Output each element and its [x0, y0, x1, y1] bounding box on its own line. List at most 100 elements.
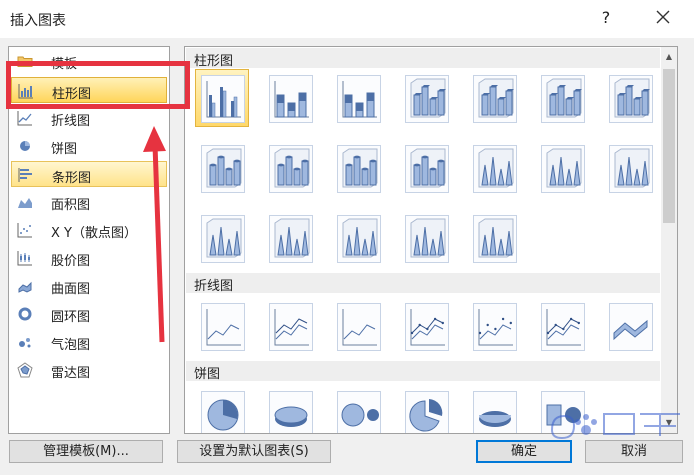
- title-bar: 插入图表 ?: [0, 0, 694, 38]
- column-chart-subtype-8[interactable]: [195, 139, 249, 197]
- gallery-scrollbar[interactable]: ▲ ▼: [661, 47, 677, 433]
- column-chart-subtype-6[interactable]: [535, 69, 589, 127]
- line-chart-icon: [17, 111, 32, 126]
- radar-chart-icon: [17, 362, 33, 378]
- category-label: 柱形图: [52, 87, 92, 102]
- category-pie[interactable]: 饼图: [11, 133, 167, 159]
- column-chart-subtype-icon: [405, 215, 449, 263]
- column-chart-subtype-12[interactable]: [467, 139, 521, 197]
- column-chart-subtype-icon: [269, 215, 313, 263]
- category-radar[interactable]: 雷达图: [11, 357, 167, 383]
- folder-icon: [17, 56, 33, 67]
- column-chart-subtype-3[interactable]: [331, 69, 385, 127]
- category-label: 模板: [51, 57, 78, 72]
- column-chart-subtype-icon: [337, 75, 381, 123]
- category-bubble[interactable]: 气泡图: [11, 329, 167, 355]
- pie-chart-subtype-6[interactable]: [535, 385, 589, 433]
- column-chart-subtype-10[interactable]: [331, 139, 385, 197]
- dialog-title: 插入图表: [10, 13, 66, 29]
- line-chart-subtype-5[interactable]: [467, 297, 521, 355]
- category-area[interactable]: 面积图: [11, 189, 167, 215]
- scroll-down-icon[interactable]: ▼: [661, 415, 677, 431]
- category-doughnut[interactable]: 圆环图: [11, 301, 167, 327]
- line-chart-subtype-7[interactable]: [603, 297, 657, 355]
- column-chart-subtype-1[interactable]: [195, 69, 249, 127]
- column-chart-subtype-icon: [405, 145, 449, 193]
- help-button[interactable]: ?: [596, 8, 616, 28]
- line-chart-subtype-icon: [609, 303, 653, 351]
- line-chart-subtype-icon: [541, 303, 585, 351]
- pie-chart-subtype-3[interactable]: [331, 385, 385, 433]
- column-chart-subtype-icon: [541, 145, 585, 193]
- line-chart-subtype-4[interactable]: [399, 297, 453, 355]
- scroll-thumb[interactable]: [663, 69, 675, 223]
- column-chart-subtype-18[interactable]: [399, 209, 453, 267]
- category-label: 雷达图: [51, 366, 91, 381]
- column-chart-subtype-15[interactable]: [195, 209, 249, 267]
- section-header-column: 柱形图: [186, 48, 660, 69]
- column-chart-subtype-icon: [337, 215, 381, 263]
- column-chart-subtype-13[interactable]: [535, 139, 589, 197]
- column-chart-subtype-icon: [609, 75, 653, 123]
- pie-chart-subtype-5[interactable]: [467, 385, 521, 433]
- category-label: 股价图: [51, 254, 91, 269]
- column-chart-subtype-2[interactable]: [263, 69, 317, 127]
- category-scatter[interactable]: X Y（散点图）: [11, 217, 167, 243]
- column-chart-subtype-7[interactable]: [603, 69, 657, 127]
- category-label: 气泡图: [51, 338, 91, 353]
- section-header-pie: 饼图: [186, 361, 660, 382]
- column-chart-subtype-9[interactable]: [263, 139, 317, 197]
- category-line[interactable]: 折线图: [11, 105, 167, 131]
- close-icon: [656, 10, 670, 24]
- scatter-chart-icon: [17, 223, 32, 238]
- pie-chart-subtype-1[interactable]: [195, 385, 249, 433]
- category-bar[interactable]: 条形图: [11, 161, 167, 187]
- line-chart-subtype-icon: [269, 303, 313, 351]
- line-chart-subtype-icon: [337, 303, 381, 351]
- pie-chart-subtype-2[interactable]: [263, 385, 317, 433]
- close-button[interactable]: [652, 6, 674, 28]
- category-column[interactable]: 柱形图: [11, 77, 167, 103]
- column-chart-subtype-5[interactable]: [467, 69, 521, 127]
- pie-chart-icon: [20, 141, 30, 151]
- area-chart-icon: [18, 198, 32, 208]
- column-chart-subtype-icon: [269, 145, 313, 193]
- line-chart-subtype-1[interactable]: [195, 297, 249, 355]
- pie-chart-subtype-4[interactable]: [399, 385, 453, 433]
- line-chart-subtype-2[interactable]: [263, 297, 317, 355]
- column-chart-subtype-17[interactable]: [331, 209, 385, 267]
- category-template[interactable]: 模板: [11, 48, 167, 74]
- line-chart-subtype-3[interactable]: [331, 297, 385, 355]
- chart-category-list[interactable]: 模板 柱形图 折线图 饼图 条形图 面积图 X Y（散点图） 股价图 曲面图 圆…: [8, 46, 170, 434]
- column-chart-subtype-4[interactable]: [399, 69, 453, 127]
- column-chart-subtype-14[interactable]: [603, 139, 657, 197]
- column-chart-subtype-16[interactable]: [263, 209, 317, 267]
- pie-chart-subtype-icon: [405, 391, 449, 433]
- pie-chart-subtype-icon: [541, 391, 585, 433]
- pie-chart-subtype-icon: [473, 391, 517, 433]
- line-chart-subtype-icon: [405, 303, 449, 351]
- section-header-line: 折线图: [186, 273, 660, 294]
- bubble-chart-icon: [19, 338, 31, 348]
- stock-chart-icon: [17, 251, 32, 266]
- manage-templates-button[interactable]: 管理模板(M)...: [9, 440, 163, 463]
- doughnut-chart-icon: [18, 307, 32, 321]
- category-stock[interactable]: 股价图: [11, 245, 167, 271]
- set-default-chart-button[interactable]: 设置为默认图表(S): [177, 440, 331, 463]
- category-label: 曲面图: [51, 282, 91, 297]
- category-label: 折线图: [51, 114, 91, 129]
- column-chart-subtype-11[interactable]: [399, 139, 453, 197]
- category-label: 饼图: [51, 142, 78, 157]
- column-chart-subtype-icon: [541, 75, 585, 123]
- column-chart-subtype-icon: [405, 75, 449, 123]
- category-surface[interactable]: 曲面图: [11, 273, 167, 299]
- column-chart-subtype-19[interactable]: [467, 209, 521, 267]
- cancel-button[interactable]: 取消: [585, 440, 683, 463]
- line-chart-subtype-6[interactable]: [535, 297, 589, 355]
- column-chart-subtype-icon: [201, 215, 245, 263]
- ok-button[interactable]: 确定: [476, 440, 572, 463]
- bar-chart-icon: [18, 168, 32, 182]
- category-label: 条形图: [52, 171, 92, 186]
- scroll-up-icon[interactable]: ▲: [661, 49, 677, 65]
- category-label: X Y（散点图）: [51, 226, 137, 241]
